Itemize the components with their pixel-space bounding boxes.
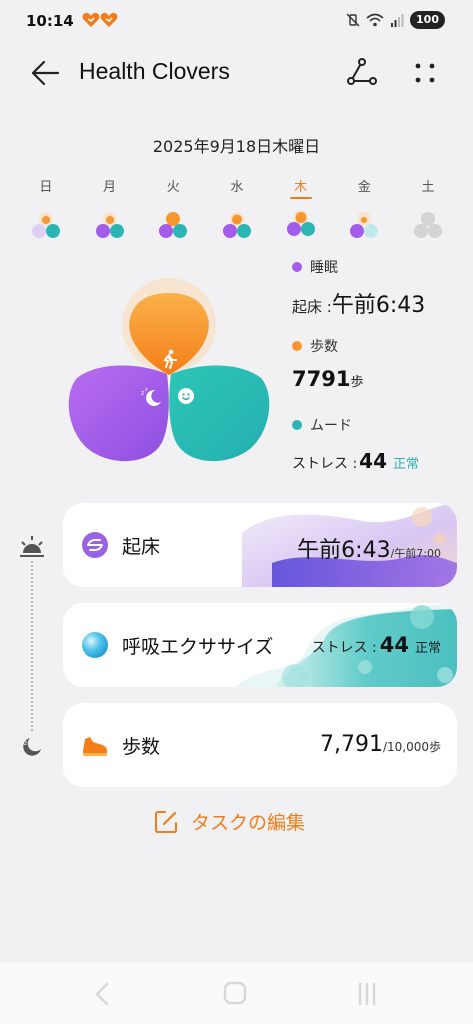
steps-task-card[interactable]: 歩数 7,791 /10,000歩 [63, 703, 457, 787]
clover-icon [222, 212, 251, 238]
svg-text:z: z [145, 387, 148, 393]
share-button[interactable] [346, 56, 378, 88]
day-label: 日 [39, 180, 53, 195]
sleep-legend: 睡眠 [292, 257, 338, 277]
sunrise-icon [20, 536, 44, 557]
day-label: 火 [166, 180, 180, 195]
steps-task-value: 7,791 [319, 732, 383, 757]
timeline-line [31, 561, 33, 731]
day-saturday[interactable]: 土 [396, 176, 460, 241]
clover-icon [350, 212, 379, 238]
mood-label: ムード [310, 418, 352, 434]
sleep-label: 睡眠 [310, 260, 338, 276]
stress-prefix: ストレス : [292, 456, 358, 472]
breathing-stress-value: 44 [379, 633, 409, 657]
day-friday[interactable]: 金 [332, 176, 396, 241]
sleep-dot [292, 262, 302, 272]
steps-task-target: /10,000歩 [382, 740, 441, 754]
nav-back-icon[interactable] [92, 981, 112, 1007]
wake-task-label: 起床 [122, 536, 161, 558]
day-label: 土 [421, 180, 435, 195]
back-button[interactable] [30, 58, 64, 88]
clover-icon [286, 210, 315, 236]
clover-icon [95, 212, 124, 238]
steps-dot [292, 341, 302, 351]
sleep-petal [68, 365, 169, 462]
week-selector: 日 月 火 水 木 金 土 [14, 176, 460, 241]
mood-legend: ムード [292, 415, 352, 435]
day-wednesday[interactable]: 水 [205, 176, 269, 241]
stress-status: 正常 [393, 457, 420, 472]
steps-value-row: 7791 歩 [292, 367, 363, 391]
mood-petal [169, 365, 270, 462]
breathing-task-label: 呼吸エクササイズ [122, 636, 274, 658]
wake-alarm-icon [82, 532, 108, 558]
date-title: 2025年9月18日木曜日 [152, 137, 321, 156]
svg-text:z: z [24, 740, 27, 747]
day-label: 木 [294, 180, 308, 195]
wake-task-target: /午前7:00 [390, 547, 441, 560]
day-sunday[interactable]: 日 [14, 176, 78, 241]
day-monday[interactable]: 月 [78, 176, 142, 241]
svg-text:z: z [141, 390, 144, 397]
steps-label: 歩数 [310, 339, 338, 355]
wifi-icon [366, 13, 384, 27]
page-title: Health Clovers [79, 58, 230, 84]
wake-time-value: 午前6:43 [331, 293, 426, 318]
wake-prefix: 起床 : [292, 298, 332, 316]
steps-legend: 歩数 [292, 336, 338, 356]
clover-icon [159, 212, 188, 238]
breathing-stress-prefix: ストレス : [311, 640, 377, 656]
moon-night-icon: z [23, 738, 41, 756]
clover-icon [413, 212, 442, 238]
day-tuesday[interactable]: 火 [141, 176, 205, 241]
breathing-stress-status: 正常 [414, 641, 441, 656]
shoe-icon [83, 737, 107, 756]
steps-value: 7791 [292, 367, 351, 391]
mute-vibrate-icon [346, 13, 360, 27]
mood-value-row: ストレス : 44 正常 [292, 449, 419, 473]
breathing-icon [82, 632, 108, 658]
breathing-task-value-row: ストレス : 44 正常 [312, 633, 441, 657]
wake-task-card[interactable]: 起床 午前6:43 /午前7:00 [63, 503, 457, 587]
nav-home-icon[interactable] [222, 980, 248, 1006]
arrow-left-icon [31, 60, 60, 86]
system-navigation-bar [0, 961, 473, 1024]
day-label: 月 [103, 180, 117, 195]
health-hearts-icon [82, 12, 118, 27]
edit-icon [155, 810, 177, 833]
edit-tasks-label: タスクの編集 [191, 812, 306, 834]
day-thursday-selected[interactable]: 木 [269, 176, 333, 241]
breathing-task-card[interactable]: 呼吸エクササイズ ストレス : 44 正常 [63, 603, 457, 687]
wake-task-value-row: 午前6:43 /午前7:00 [297, 532, 441, 564]
health-clover-chart[interactable]: z z [63, 270, 275, 470]
edit-tasks-button[interactable]: タスクの編集 [153, 808, 305, 835]
selected-day-indicator [289, 197, 312, 199]
day-label: 水 [230, 180, 244, 195]
stress-value: 44 [359, 449, 388, 473]
day-label: 金 [357, 180, 371, 195]
sleep-value-row: 起床 : 午前6:43 [292, 287, 425, 319]
more-dots-icon [415, 63, 435, 83]
steps-task-value-row: 7,791 /10,000歩 [320, 732, 441, 757]
share-icon [347, 58, 377, 85]
steps-unit: 歩 [350, 375, 364, 390]
nav-recents-icon[interactable] [355, 981, 379, 1007]
more-options-button[interactable] [410, 58, 440, 88]
steps-task-label: 歩数 [122, 736, 161, 758]
status-icons: 100 [346, 11, 445, 29]
wake-task-value: 午前6:43 [297, 538, 391, 563]
battery-badge: 100 [410, 11, 445, 29]
mood-dot [292, 420, 302, 430]
signal-icon [391, 14, 404, 27]
clover-icon [31, 212, 60, 238]
status-time: 10:14 [26, 12, 74, 30]
smile-face-icon [178, 388, 194, 404]
